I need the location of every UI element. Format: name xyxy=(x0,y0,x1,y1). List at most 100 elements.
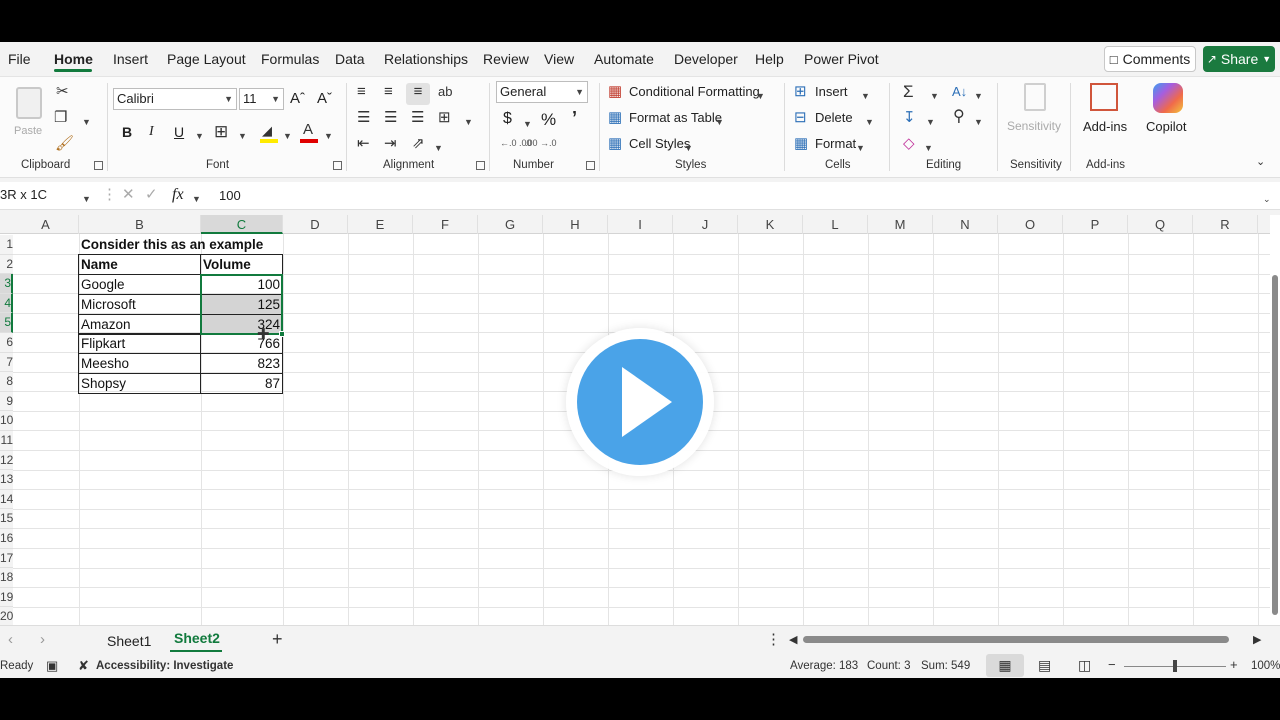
column-header-r[interactable]: R xyxy=(1193,215,1258,234)
chevron-down-icon[interactable]: ▼ xyxy=(974,87,983,105)
zoom-level[interactable]: 100% xyxy=(1251,660,1280,672)
align-top-icon[interactable]: ≡ xyxy=(357,83,366,101)
formula-input[interactable]: 100 xyxy=(219,188,241,203)
column-header-b[interactable]: B xyxy=(79,215,201,234)
column-header-g[interactable]: G xyxy=(478,215,543,234)
insert-cells-button[interactable]: ⊞ Insert ▼ xyxy=(794,83,874,103)
chevron-down-icon[interactable]: ▼ xyxy=(464,113,473,131)
header-volume-cell[interactable]: Volume xyxy=(200,254,283,275)
name-cell[interactable]: Shopsy xyxy=(78,373,201,394)
column-header-k[interactable]: K xyxy=(738,215,803,234)
volume-cell[interactable]: 766 xyxy=(200,333,283,354)
tab-data[interactable]: Data xyxy=(335,51,365,67)
column-header-o[interactable]: O xyxy=(998,215,1063,234)
volume-cell[interactable]: 125 xyxy=(200,294,283,315)
scroll-right-icon[interactable]: › xyxy=(40,631,45,649)
row-header[interactable]: 10 xyxy=(0,411,13,431)
format-cells-button[interactable]: ▦ Format ▼ xyxy=(794,135,874,155)
row-header[interactable]: 17 xyxy=(0,548,13,569)
more-icon[interactable]: ⋮ xyxy=(766,631,781,649)
sensitivity-button[interactable]: Sensitivity xyxy=(1006,83,1062,149)
header-name-cell[interactable]: Name xyxy=(78,254,201,275)
tab-power-pivot[interactable]: Power Pivot xyxy=(804,51,879,67)
volume-cell[interactable]: 100 xyxy=(200,274,283,295)
grow-font-button[interactable]: Aˆ xyxy=(290,90,305,107)
row-header[interactable]: 2 xyxy=(0,254,13,275)
column-header-f[interactable]: F xyxy=(413,215,478,234)
chevron-down-icon[interactable]: ▼ xyxy=(238,127,247,145)
column-header-j[interactable]: J xyxy=(673,215,738,234)
column-header-p[interactable]: P xyxy=(1063,215,1128,234)
row-header[interactable]: 15 xyxy=(0,509,13,529)
find-select-icon[interactable]: ⚲ xyxy=(953,108,965,126)
insert-function-button[interactable]: fx xyxy=(172,186,184,204)
name-box[interactable]: 3R x 1C xyxy=(0,187,47,202)
scroll-right-icon[interactable]: ▶ xyxy=(1253,631,1261,649)
column-header-h[interactable]: H xyxy=(543,215,608,234)
volume-cell[interactable]: 87 xyxy=(200,373,283,394)
chevron-down-icon[interactable]: ▼ xyxy=(82,190,91,208)
normal-view-icon[interactable]: ▦ xyxy=(986,654,1024,677)
cancel-icon[interactable]: ✕ xyxy=(122,186,135,204)
column-header-i[interactable]: I xyxy=(608,215,673,234)
font-size-select[interactable]: 11 ▼ xyxy=(239,88,284,110)
row-header[interactable]: 16 xyxy=(0,529,13,549)
horizontal-scrollbar[interactable] xyxy=(803,636,1229,643)
fill-color-button[interactable]: ◢ xyxy=(260,123,278,143)
column-header-d[interactable]: D xyxy=(283,215,348,234)
column-header-m[interactable]: M xyxy=(868,215,933,234)
row-header[interactable]: 5 xyxy=(0,313,13,333)
name-cell[interactable]: Amazon xyxy=(78,314,201,335)
tab-relationships[interactable]: Relationships xyxy=(384,51,468,67)
orientation-icon[interactable]: ⇗ xyxy=(412,135,425,153)
zoom-out-icon[interactable]: − xyxy=(1108,657,1116,672)
chevron-down-icon[interactable]: ▼ xyxy=(434,139,443,157)
column-header-c[interactable]: C xyxy=(201,215,283,234)
font-color-button[interactable]: A xyxy=(300,121,318,143)
align-right-icon[interactable]: ☰ xyxy=(411,109,424,127)
row-header[interactable]: 6 xyxy=(0,333,13,353)
merge-center-icon[interactable]: ⊞ xyxy=(438,109,451,127)
expand-formula-bar-icon[interactable]: ⌄ xyxy=(1263,190,1271,208)
row-header[interactable]: 12 xyxy=(0,450,13,471)
tab-home[interactable]: Home xyxy=(54,51,93,67)
collapse-ribbon-icon[interactable]: ⌄ xyxy=(1256,153,1265,171)
tab-formulas[interactable]: Formulas xyxy=(261,51,319,67)
sheet-tab-sheet1[interactable]: Sheet1 xyxy=(107,633,151,649)
shrink-font-button[interactable]: Aˇ xyxy=(317,90,332,107)
row-header[interactable]: 20 xyxy=(0,607,13,625)
sort-filter-icon[interactable]: A↓ xyxy=(952,83,967,101)
tab-page-layout[interactable]: Page Layout xyxy=(167,51,246,67)
page-break-view-icon[interactable]: ◫ xyxy=(1078,657,1091,674)
cell-b1-title[interactable]: Consider this as an example xyxy=(79,235,265,254)
row-header[interactable]: 14 xyxy=(0,489,13,510)
row-header[interactable]: 1 xyxy=(0,235,13,255)
chevron-down-icon[interactable]: ▼ xyxy=(523,115,532,133)
share-button[interactable]: ↗ Share ▼ xyxy=(1203,46,1275,72)
tab-review[interactable]: Review xyxy=(483,51,529,67)
column-header-a[interactable]: A xyxy=(13,215,79,234)
cell-styles-button[interactable]: ▦ Cell Styles ▼ xyxy=(608,135,698,155)
row-header[interactable]: 19 xyxy=(0,587,13,608)
fill-handle[interactable] xyxy=(279,331,285,337)
chevron-down-icon[interactable]: ▼ xyxy=(924,139,933,157)
dialog-launcher-icon[interactable] xyxy=(476,161,485,170)
decrease-indent-icon[interactable]: ⇤ xyxy=(357,135,370,153)
row-header[interactable]: 3 xyxy=(0,274,13,294)
page-layout-view-icon[interactable]: ▤ xyxy=(1038,657,1051,674)
font-name-select[interactable]: Calibri ▼ xyxy=(113,88,237,110)
accessibility-status[interactable]: Accessibility: Investigate xyxy=(96,660,233,672)
macro-record-icon[interactable]: ▣ xyxy=(46,658,58,674)
zoom-slider-thumb[interactable] xyxy=(1173,660,1177,672)
enter-icon[interactable]: ✓ xyxy=(145,186,158,204)
count-stat[interactable]: Count: 3 xyxy=(867,660,910,672)
chevron-down-icon[interactable]: ▼ xyxy=(192,190,201,208)
italic-button[interactable]: I xyxy=(149,124,154,140)
row-header[interactable]: 13 xyxy=(0,470,13,490)
dialog-launcher-icon[interactable] xyxy=(586,161,595,170)
delete-cells-button[interactable]: ⊟ Delete ▼ xyxy=(794,109,874,129)
tab-automate[interactable]: Automate xyxy=(594,51,654,67)
paste-button[interactable]: Paste xyxy=(12,83,46,143)
dialog-launcher-icon[interactable] xyxy=(94,161,103,170)
autosum-icon[interactable]: Σ xyxy=(903,83,914,101)
